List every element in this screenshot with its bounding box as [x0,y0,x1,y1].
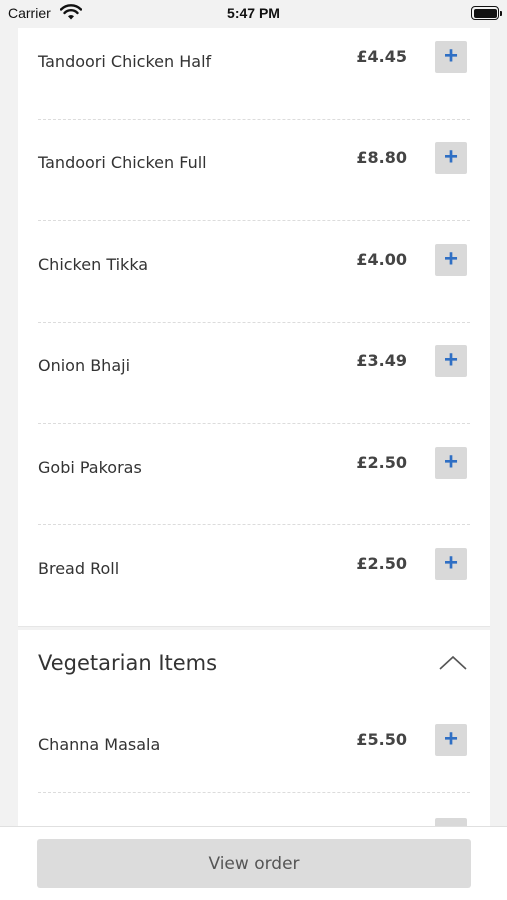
add-item-button[interactable]: + [435,724,467,756]
clock: 5:47 PM [227,5,280,21]
item-name: Gobi Pakoras [38,458,142,477]
menu-item: Onion Bhaji £3.49 + [18,321,490,422]
plus-icon: + [443,245,459,273]
item-name: Tandoori Chicken Half [38,52,212,71]
menu-item: Tandoori Chicken Full £8.80 + [18,118,490,219]
menu-item: Gobi Pakoras £2.50 + [18,423,490,524]
menu-item: Channa Masala £5.50 + [18,700,490,801]
chevron-up-icon[interactable] [438,655,468,671]
status-bar: Carrier 5:47 PM [0,0,507,28]
plus-icon: + [443,725,459,753]
item-price: £2.50 [356,554,407,573]
add-item-button[interactable]: + [435,548,467,580]
item-name: Onion Bhaji [38,356,131,375]
menu-item: Chicken Tikka £4.00 + [18,220,490,321]
item-price: £2.50 [356,453,407,472]
footer-bar: View order [0,826,507,900]
item-name: Chicken Tikka [38,255,149,274]
item-name: Channa Masala [38,735,161,754]
menu-item: Tandoori Chicken Half £4.45 + [18,17,490,118]
section-title: Vegetarian Items [38,651,218,675]
add-item-button[interactable]: + [435,142,467,174]
plus-icon: + [443,346,459,374]
item-price: £3.49 [356,351,407,370]
item-name: Bread Roll [38,559,120,578]
plus-icon: + [443,42,459,70]
plus-icon: + [443,143,459,171]
add-item-button[interactable]: + [435,244,467,276]
add-item-button[interactable]: + [435,447,467,479]
battery-icon [471,6,502,20]
item-divider [38,792,470,793]
item-name: Tandoori Chicken Full [38,153,207,172]
menu-item: Bread Roll £2.50 + [18,524,490,625]
item-price: £5.50 [356,730,407,749]
item-price: £4.00 [356,250,407,269]
add-item-button[interactable]: + [435,41,467,73]
plus-icon: + [443,448,459,476]
item-price: £4.45 [356,47,407,66]
plus-icon: + [443,549,459,577]
view-order-button[interactable]: View order [37,839,471,888]
add-item-button[interactable]: + [435,345,467,377]
menu-list: Tandoori Chicken Half £4.45 + Tandoori C… [18,0,490,627]
item-price: £8.80 [356,148,407,167]
